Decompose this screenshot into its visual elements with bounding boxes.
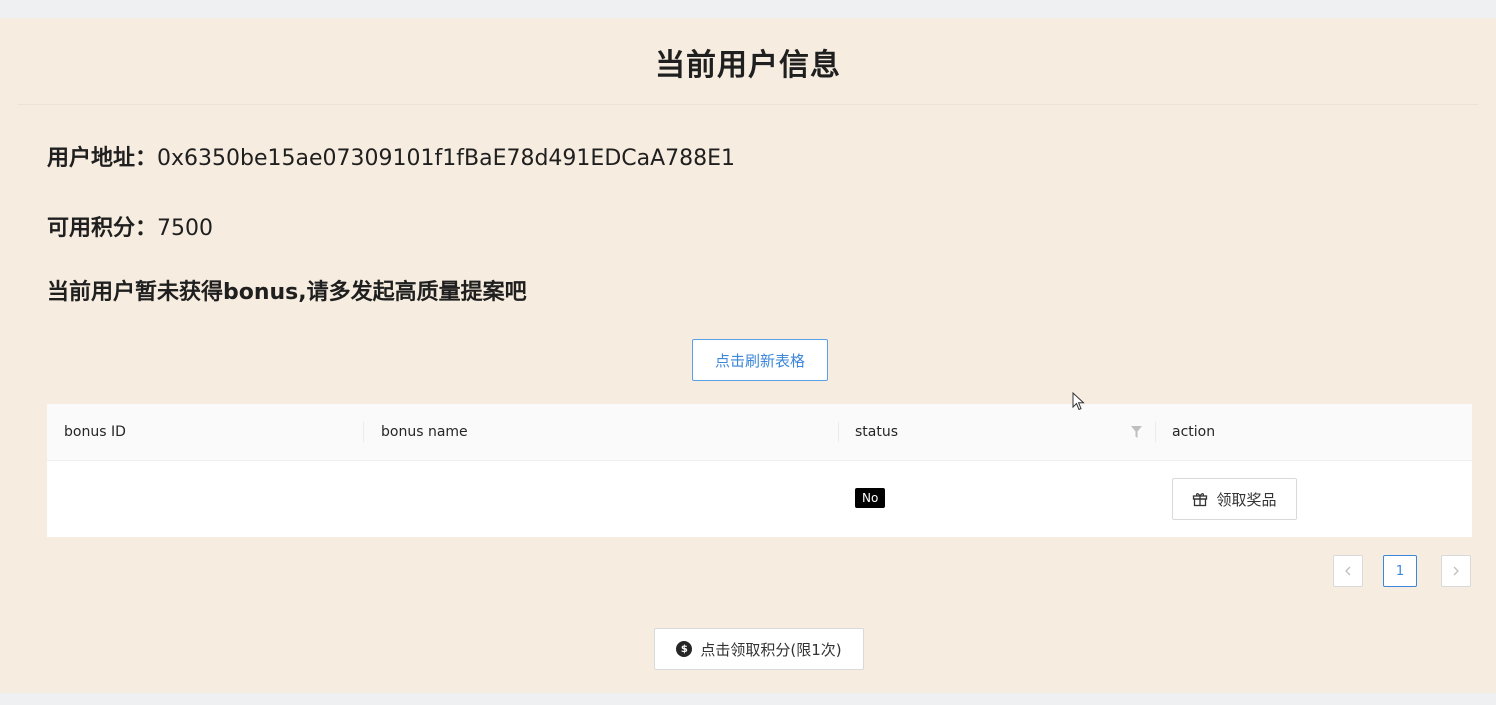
chevron-left-icon — [1345, 566, 1351, 576]
claim-points-label: 点击领取积分(限1次) — [700, 640, 842, 659]
chevron-right-icon — [1453, 566, 1459, 576]
table-row: No 领取奖品 — [47, 461, 1472, 537]
dollar-coin-icon: $ — [676, 641, 693, 657]
pagination-page-1[interactable]: 1 — [1383, 555, 1417, 587]
column-header-action: action — [1172, 424, 1216, 440]
table-header: bonus ID bonus name status action — [47, 404, 1472, 461]
gift-icon — [1193, 493, 1208, 507]
column-separator — [838, 422, 839, 442]
column-header-bonus-id: bonus ID — [64, 424, 126, 440]
title-divider — [18, 104, 1478, 105]
column-header-status: status — [855, 424, 899, 440]
pagination-next-button[interactable] — [1441, 555, 1471, 587]
column-header-bonus-name: bonus name — [381, 424, 468, 440]
column-separator — [1155, 422, 1156, 442]
filter-icon[interactable] — [1131, 426, 1142, 438]
refresh-table-button[interactable]: 点击刷新表格 — [692, 339, 828, 381]
pagination-prev-button[interactable] — [1333, 555, 1363, 587]
mouse-cursor-icon — [1072, 392, 1085, 411]
user-address-line: 用户地址：0x6350be15ae07309101f1fBaE78d491EDC… — [47, 140, 735, 172]
available-points-line: 可用积分：7500 — [47, 210, 213, 242]
claim-points-button[interactable]: $ 点击领取积分(限1次) — [654, 628, 864, 670]
status-badge: No — [855, 488, 886, 508]
claim-prize-label: 领取奖品 — [1216, 490, 1277, 509]
available-points-label: 可用积分： — [47, 216, 158, 241]
user-info-panel: 当前用户信息 用户地址：0x6350be15ae07309101f1fBaE78… — [0, 18, 1496, 693]
bonus-notice: 当前用户暂未获得bonus,请多发起高质量提案吧 — [47, 280, 527, 305]
user-address-label: 用户地址： — [47, 146, 158, 171]
user-address-value: 0x6350be15ae07309101f1fBaE78d491EDCaA788… — [157, 146, 736, 171]
available-points-value: 7500 — [157, 216, 214, 241]
claim-prize-button[interactable]: 领取奖品 — [1172, 478, 1297, 520]
page-title: 当前用户信息 — [655, 48, 841, 83]
column-separator — [363, 422, 364, 442]
bonus-table: bonus ID bonus name status action No 领取奖… — [47, 404, 1472, 537]
